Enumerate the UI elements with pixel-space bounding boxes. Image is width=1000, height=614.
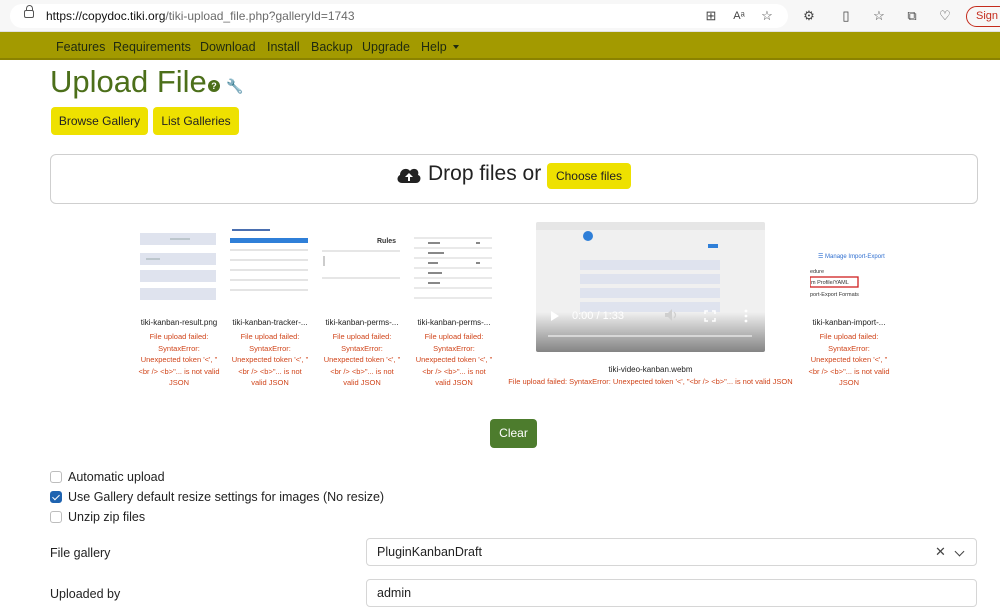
file-thumbnail xyxy=(414,226,492,304)
file-error: File upload failed: SyntaxError: Unexpec… xyxy=(231,332,309,387)
uploaded-by-input[interactable]: admin xyxy=(366,579,977,607)
file-name: tiki-video-kanban.webm xyxy=(608,365,693,374)
favorites-icon[interactable]: ☆ xyxy=(870,7,888,25)
read-aloud-icon[interactable]: Aᵃ xyxy=(730,7,748,25)
resize-checkbox[interactable] xyxy=(50,491,62,503)
help-icon[interactable]: ? xyxy=(208,80,220,92)
file-thumbnail xyxy=(230,226,308,304)
video-preview[interactable]: 0:00 / 1:33 xyxy=(536,222,765,352)
unzip-checkbox[interactable] xyxy=(50,511,62,523)
close-icon[interactable]: ✕ xyxy=(935,544,946,560)
file-error: File upload failed: SyntaxError: Unexpec… xyxy=(808,332,890,387)
file-gallery-select[interactable]: PluginKanbanDraft xyxy=(366,538,977,566)
page-title: Upload File xyxy=(50,64,207,99)
resize-label[interactable]: Use Gallery default resize settings for … xyxy=(68,490,384,504)
url-text[interactable]: https://copydoc.tiki.org/tiki-upload_fil… xyxy=(46,9,355,23)
svg-text:port-Export Formats: port-Export Formats xyxy=(810,292,859,298)
video-progress-bar[interactable] xyxy=(548,335,752,337)
caret-down-icon xyxy=(452,45,459,49)
file-error: File upload failed: SyntaxError: Unexpec… xyxy=(323,332,401,387)
app-grid-icon[interactable]: ⊞ xyxy=(702,7,720,25)
uploaded-by-label: Uploaded by xyxy=(50,587,121,601)
file-name: tiki-kanban-import-... xyxy=(812,318,886,327)
drop-files-text: Drop files or xyxy=(428,162,542,185)
thumbnail-image: Rules xyxy=(322,238,400,279)
thumbnail-image xyxy=(230,229,308,291)
svg-text:m Profile/YAML: m Profile/YAML xyxy=(811,280,849,286)
thumbnail-image xyxy=(140,233,216,300)
site-navbar: Features Requirements Download Install B… xyxy=(0,32,1000,60)
browse-gallery-button[interactable]: Browse Gallery xyxy=(51,107,148,135)
svg-text:Rules: Rules xyxy=(377,238,396,245)
file-gallery-label: File gallery xyxy=(50,546,111,560)
extensions-icon[interactable]: ⚙ xyxy=(800,7,818,25)
play-icon[interactable] xyxy=(550,310,560,322)
thumbnail-image: ☰ Manage Import-Export edure m Profile/Y… xyxy=(810,253,885,298)
wrench-icon[interactable]: 🔧 xyxy=(226,78,243,95)
cloud-upload-icon xyxy=(397,168,421,183)
file-thumbnail: ☰ Manage Import-Export edure m Profile/Y… xyxy=(810,226,888,304)
file-name: tiki-kanban-perms-... xyxy=(417,318,491,327)
choose-files-button[interactable]: Choose files xyxy=(547,163,631,189)
address-bar[interactable]: https://copydoc.tiki.org/tiki-upload_fil… xyxy=(10,4,788,28)
nav-requirements[interactable]: Requirements xyxy=(113,40,191,54)
automatic-upload-checkbox[interactable] xyxy=(50,471,62,483)
browser-toolbar: https://copydoc.tiki.org/tiki-upload_fil… xyxy=(0,0,1000,32)
performance-icon[interactable]: ♡ xyxy=(936,7,954,25)
collections-icon[interactable]: ⧉ xyxy=(903,7,921,25)
automatic-upload-label[interactable]: Automatic upload xyxy=(68,470,165,484)
lock-icon[interactable] xyxy=(24,5,34,18)
list-galleries-button[interactable]: List Galleries xyxy=(153,107,239,135)
more-icon[interactable] xyxy=(744,309,748,323)
file-thumbnail xyxy=(140,226,216,304)
file-name: tiki-kanban-perms-... xyxy=(325,318,399,327)
thumbnail-image xyxy=(414,237,492,299)
volume-icon[interactable] xyxy=(664,308,680,322)
favorite-star-icon[interactable]: ☆ xyxy=(758,7,776,25)
unzip-label[interactable]: Unzip zip files xyxy=(68,510,145,524)
video-controls xyxy=(536,312,765,352)
nav-features[interactable]: Features xyxy=(56,40,105,54)
file-error: File upload failed: SyntaxError: Unexpec… xyxy=(138,332,220,387)
svg-text:☰ Manage Import-Export: ☰ Manage Import-Export xyxy=(818,253,885,260)
fullscreen-icon[interactable] xyxy=(704,310,716,322)
nav-upgrade[interactable]: Upgrade xyxy=(362,40,410,54)
clear-button[interactable]: Clear xyxy=(490,419,537,448)
sign-in-button[interactable]: Sign in xyxy=(966,6,1000,27)
file-thumbnail: Rules xyxy=(322,226,400,304)
nav-help[interactable]: Help xyxy=(421,40,459,54)
nav-backup[interactable]: Backup xyxy=(311,40,353,54)
nav-download[interactable]: Download xyxy=(200,40,256,54)
file-name: tiki-kanban-tracker-... xyxy=(232,318,308,327)
video-time: 0:00 / 1:33 xyxy=(572,310,624,322)
file-error: File upload failed: SyntaxError: Unexpec… xyxy=(508,377,793,386)
file-name: tiki-kanban-result.png xyxy=(140,318,218,327)
split-screen-icon[interactable]: ▯ xyxy=(837,7,855,25)
file-error: File upload failed: SyntaxError: Unexpec… xyxy=(415,332,493,387)
nav-help-label: Help xyxy=(421,40,447,54)
svg-text:edure: edure xyxy=(810,269,824,275)
nav-install[interactable]: Install xyxy=(267,40,300,54)
